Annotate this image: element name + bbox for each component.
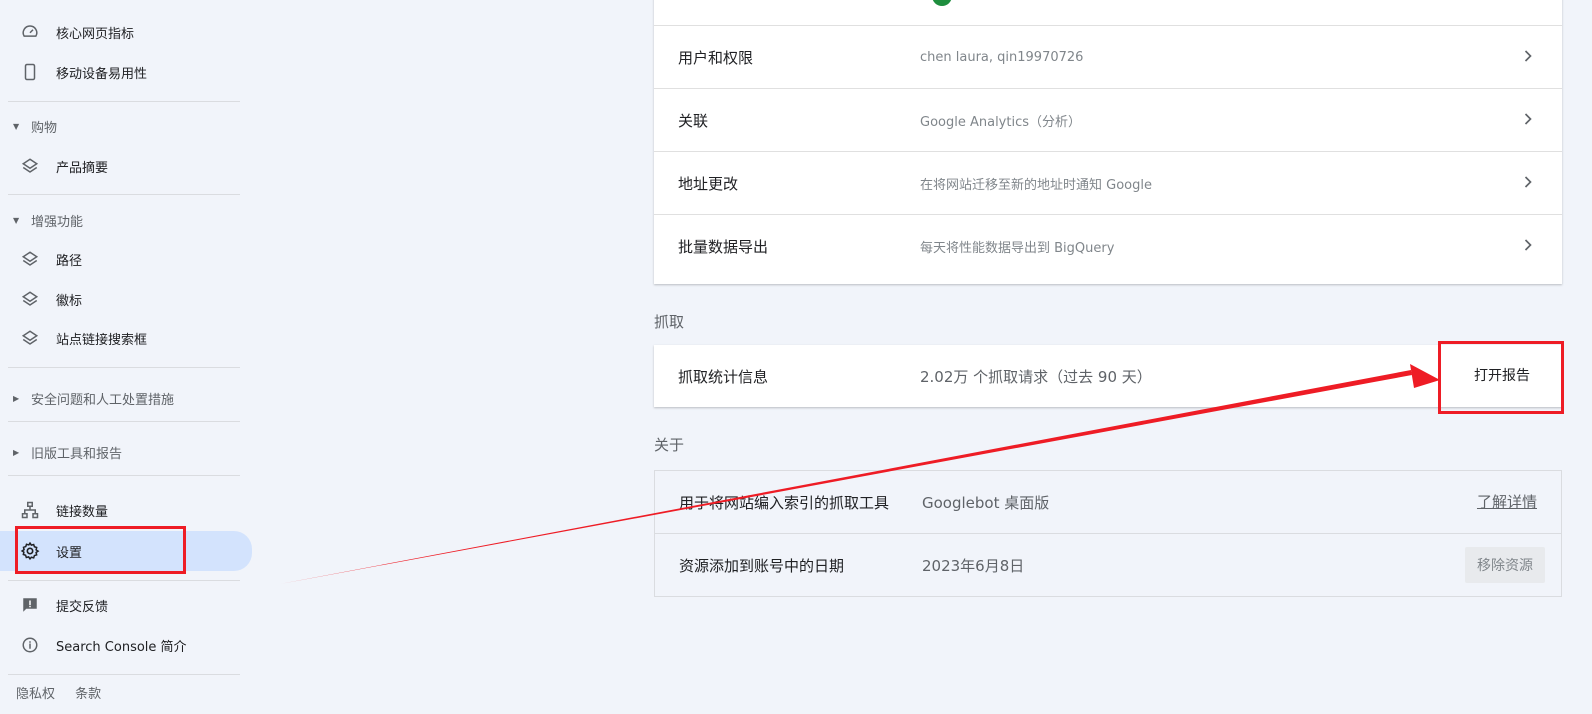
arrow-head [1410,364,1440,388]
annotation-arrow [280,364,1440,584]
arrow-shaft [280,370,1412,584]
